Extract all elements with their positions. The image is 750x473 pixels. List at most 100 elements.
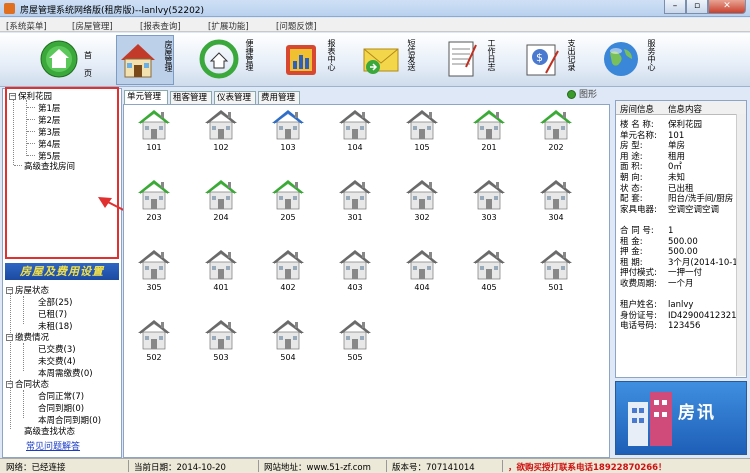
status-contract-normal[interactable]: 合同正常(7) — [38, 390, 84, 402]
tab-strip: 单元管理 租客管理 仪表管理 费用管理 — [124, 90, 610, 104]
unit-201[interactable]: 201 — [469, 107, 509, 157]
unit-505[interactable]: 505 — [335, 317, 375, 367]
unit-204[interactable]: 204 — [201, 177, 241, 227]
unit-202[interactable]: 202 — [536, 107, 576, 157]
status-separator — [502, 460, 503, 472]
info-scrollbar[interactable] — [736, 114, 746, 376]
unit-404[interactable]: 404 — [402, 247, 442, 297]
graph-view-toggle[interactable]: 图形 — [567, 87, 597, 100]
unit-405[interactable]: 405 — [469, 247, 509, 297]
unit-205[interactable]: 205 — [268, 177, 308, 227]
unit-305[interactable]: 305 — [134, 247, 174, 297]
unit-403[interactable]: 403 — [335, 247, 375, 297]
close-button[interactable]: ✕ — [708, 0, 746, 14]
menu-feedback[interactable]: [问题反馈] — [276, 20, 317, 32]
faq-link[interactable]: 常见问题解答 — [26, 439, 80, 452]
toolbar: 首页 房屋管理 便捷管理 报表中心 短信发送 工作日志 $ 支出记录 服务中心 — [0, 33, 750, 87]
status-all[interactable]: 全部(25) — [38, 296, 72, 308]
tree-node-floor-2[interactable]: 第2层 — [38, 114, 60, 126]
toolbar-house-manage-button[interactable]: 房屋管理 — [116, 35, 174, 85]
menu-extend[interactable]: [扩展功能] — [208, 20, 249, 32]
unit-501[interactable]: 501 — [536, 247, 576, 297]
house-icon — [272, 250, 304, 280]
tree-connector — [23, 343, 24, 371]
tree-node-floor-4[interactable]: 第4层 — [38, 138, 60, 150]
unit-304[interactable]: 304 — [536, 177, 576, 227]
unit-number: 402 — [280, 283, 296, 292]
status-house[interactable]: − 房屋状态 — [6, 284, 49, 296]
toolbar-convenient-button[interactable]: 便捷管理 — [198, 35, 256, 85]
collapse-toggle-icon[interactable]: − — [6, 287, 13, 294]
info-key: 电话号码: — [620, 321, 657, 332]
tree-connector — [14, 165, 22, 166]
tab-meter-manage[interactable]: 仪表管理 — [214, 91, 256, 104]
radio-icon[interactable] — [567, 90, 576, 99]
maximize-button[interactable]: ▫ — [686, 0, 708, 14]
tree-node-advanced-search[interactable]: 高级查找房间 — [24, 160, 75, 172]
unit-402[interactable]: 402 — [268, 247, 308, 297]
house-icon — [205, 180, 237, 210]
building-logo-icon — [628, 392, 672, 446]
unit-104[interactable]: 104 — [335, 107, 375, 157]
status-advanced-search[interactable]: 高级查找状态 — [24, 425, 75, 437]
toolbar-report-button[interactable]: 报表中心 — [280, 35, 338, 85]
unit-203[interactable]: 203 — [134, 177, 174, 227]
menu-bar: [系统菜单] [房屋管理] [报表查询] [扩展功能] [问题反馈] — [0, 18, 750, 32]
menu-system[interactable]: [系统菜单] — [6, 20, 47, 32]
unit-502[interactable]: 502 — [134, 317, 174, 367]
unit-number: 501 — [548, 283, 564, 292]
status-contract-expired[interactable]: 合同到期(0) — [38, 402, 84, 414]
status-paid[interactable]: 已交费(3) — [38, 343, 76, 355]
status-bar: 网络：已经连接 当前日期：2014-10-20 网站地址：www.51-zf.c… — [0, 458, 750, 473]
house-icon — [138, 110, 170, 140]
status-separator — [386, 460, 387, 472]
tree-node-building[interactable]: − 保利花园 — [9, 90, 52, 102]
app-icon — [4, 3, 15, 14]
tree-connector — [27, 131, 35, 132]
tab-tenant-manage[interactable]: 租客管理 — [170, 91, 212, 104]
unit-302[interactable]: 302 — [402, 177, 442, 227]
info-header-key: 房间信息 — [620, 105, 655, 115]
collapse-toggle-icon[interactable]: − — [9, 93, 16, 100]
unit-301[interactable]: 301 — [335, 177, 375, 227]
tree-connector — [27, 119, 35, 120]
fee-settings-header[interactable]: 房屋及费用设置 — [5, 263, 119, 280]
unit-number: 505 — [347, 353, 363, 362]
unit-504[interactable]: 504 — [268, 317, 308, 367]
status-rented[interactable]: 已租(7) — [38, 308, 67, 320]
notepad-icon — [448, 41, 477, 77]
toolbar-sms-button[interactable]: 短信发送 — [360, 35, 418, 85]
unit-303[interactable]: 303 — [469, 177, 509, 227]
toolbar-home-button[interactable]: 首页 — [38, 35, 100, 85]
house-icon — [272, 320, 304, 350]
house-icon — [339, 320, 371, 350]
minimize-button[interactable]: – — [664, 0, 686, 14]
window-title: 房屋管理系统网络版(租房版)--lanlvy(52202) — [20, 6, 205, 16]
tab-unit-manage[interactable]: 单元管理 — [124, 90, 168, 104]
unit-103[interactable]: 103 — [268, 107, 308, 157]
status-website: 网站地址：www.51-zf.com — [264, 463, 371, 473]
menu-house[interactable]: [房屋管理] — [72, 20, 113, 32]
tree-node-floor-3[interactable]: 第3层 — [38, 126, 60, 138]
status-ad: ，欲购买授打联系电话18922870266！ — [508, 463, 667, 473]
toolbar-expense-button[interactable]: $ 支出记录 — [520, 35, 578, 85]
house-icon — [473, 250, 505, 280]
unit-503[interactable]: 503 — [201, 317, 241, 367]
status-contract[interactable]: − 合同状态 — [6, 378, 49, 390]
toolbar-service-button[interactable]: 服务中心 — [600, 35, 658, 85]
unit-401[interactable]: 401 — [201, 247, 241, 297]
promo-banner[interactable]: 房讯 — [615, 381, 747, 455]
unit-number: 403 — [347, 283, 363, 292]
status-payment[interactable]: − 缴费情况 — [6, 331, 49, 343]
collapse-toggle-icon[interactable]: − — [6, 334, 13, 341]
unit-105[interactable]: 105 — [402, 107, 442, 157]
tree-connector — [23, 390, 24, 418]
unit-101[interactable]: 101 — [134, 107, 174, 157]
tab-fee-manage[interactable]: 费用管理 — [258, 91, 300, 104]
toolbar-worklog-button[interactable]: 工作日志 — [440, 35, 498, 85]
menu-report[interactable]: [报表查询] — [140, 20, 181, 32]
tree-node-floor-1[interactable]: 第1层 — [38, 102, 60, 114]
collapse-toggle-icon[interactable]: − — [6, 381, 13, 388]
unit-102[interactable]: 102 — [201, 107, 241, 157]
status-unpaid[interactable]: 未交费(4) — [38, 355, 76, 367]
